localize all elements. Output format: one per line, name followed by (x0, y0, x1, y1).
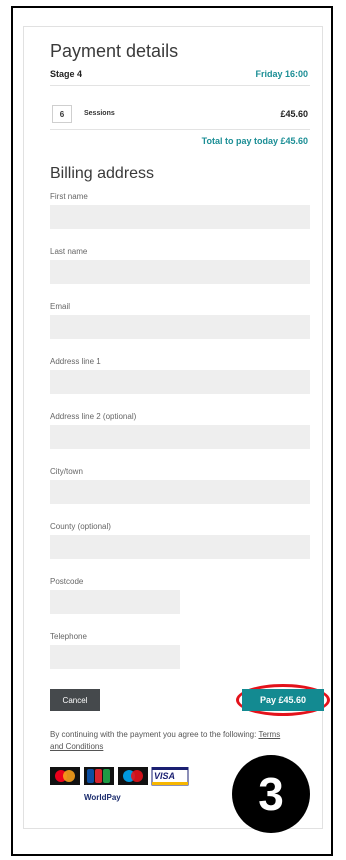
session-datetime: Friday 16:00 (255, 69, 308, 79)
email-input[interactable] (50, 315, 310, 339)
step-badge: 3 (232, 755, 310, 833)
divider (50, 129, 310, 130)
item-price: £45.60 (280, 109, 308, 119)
stage-label: Stage 4 (50, 69, 83, 79)
email-label: Email (50, 302, 71, 311)
item-label: Sessions (84, 110, 115, 117)
postcode-label: Postcode (50, 577, 84, 586)
address1-label: Address line 1 (50, 357, 101, 366)
telephone-label: Telephone (50, 632, 87, 641)
address2-input[interactable] (50, 425, 310, 449)
terms-prefix: By continuing with the payment you agree… (50, 730, 257, 739)
postcode-input[interactable] (50, 590, 180, 614)
divider (50, 85, 310, 86)
page-title: Payment details (50, 41, 179, 61)
county-label: County (optional) (50, 522, 111, 531)
visa-text: VISA (154, 771, 176, 781)
payment-logos: VISA WorldPay (50, 766, 190, 807)
first-name-label: First name (50, 192, 88, 201)
cancel-button[interactable]: Cancel (50, 689, 100, 711)
billing-title: Billing address (50, 165, 155, 182)
pay-button[interactable]: Pay £45.60 (242, 689, 324, 711)
first-name-input[interactable] (50, 205, 310, 229)
address1-input[interactable] (50, 370, 310, 394)
total-to-pay: Total to pay today £45.60 (201, 136, 308, 146)
city-input[interactable] (50, 480, 310, 504)
worldpay-label: WorldPay (84, 793, 121, 802)
quantity-box: 6 (52, 105, 72, 123)
county-input[interactable] (50, 535, 310, 559)
last-name-label: Last name (50, 247, 88, 256)
terms-text: By continuing with the payment you agree… (50, 729, 290, 753)
city-label: City/town (50, 467, 83, 476)
address2-label: Address line 2 (optional) (50, 412, 137, 421)
last-name-input[interactable] (50, 260, 310, 284)
telephone-input[interactable] (50, 645, 180, 669)
payment-card: Payment details Stage 4 Friday 16:00 6 S… (23, 26, 330, 833)
